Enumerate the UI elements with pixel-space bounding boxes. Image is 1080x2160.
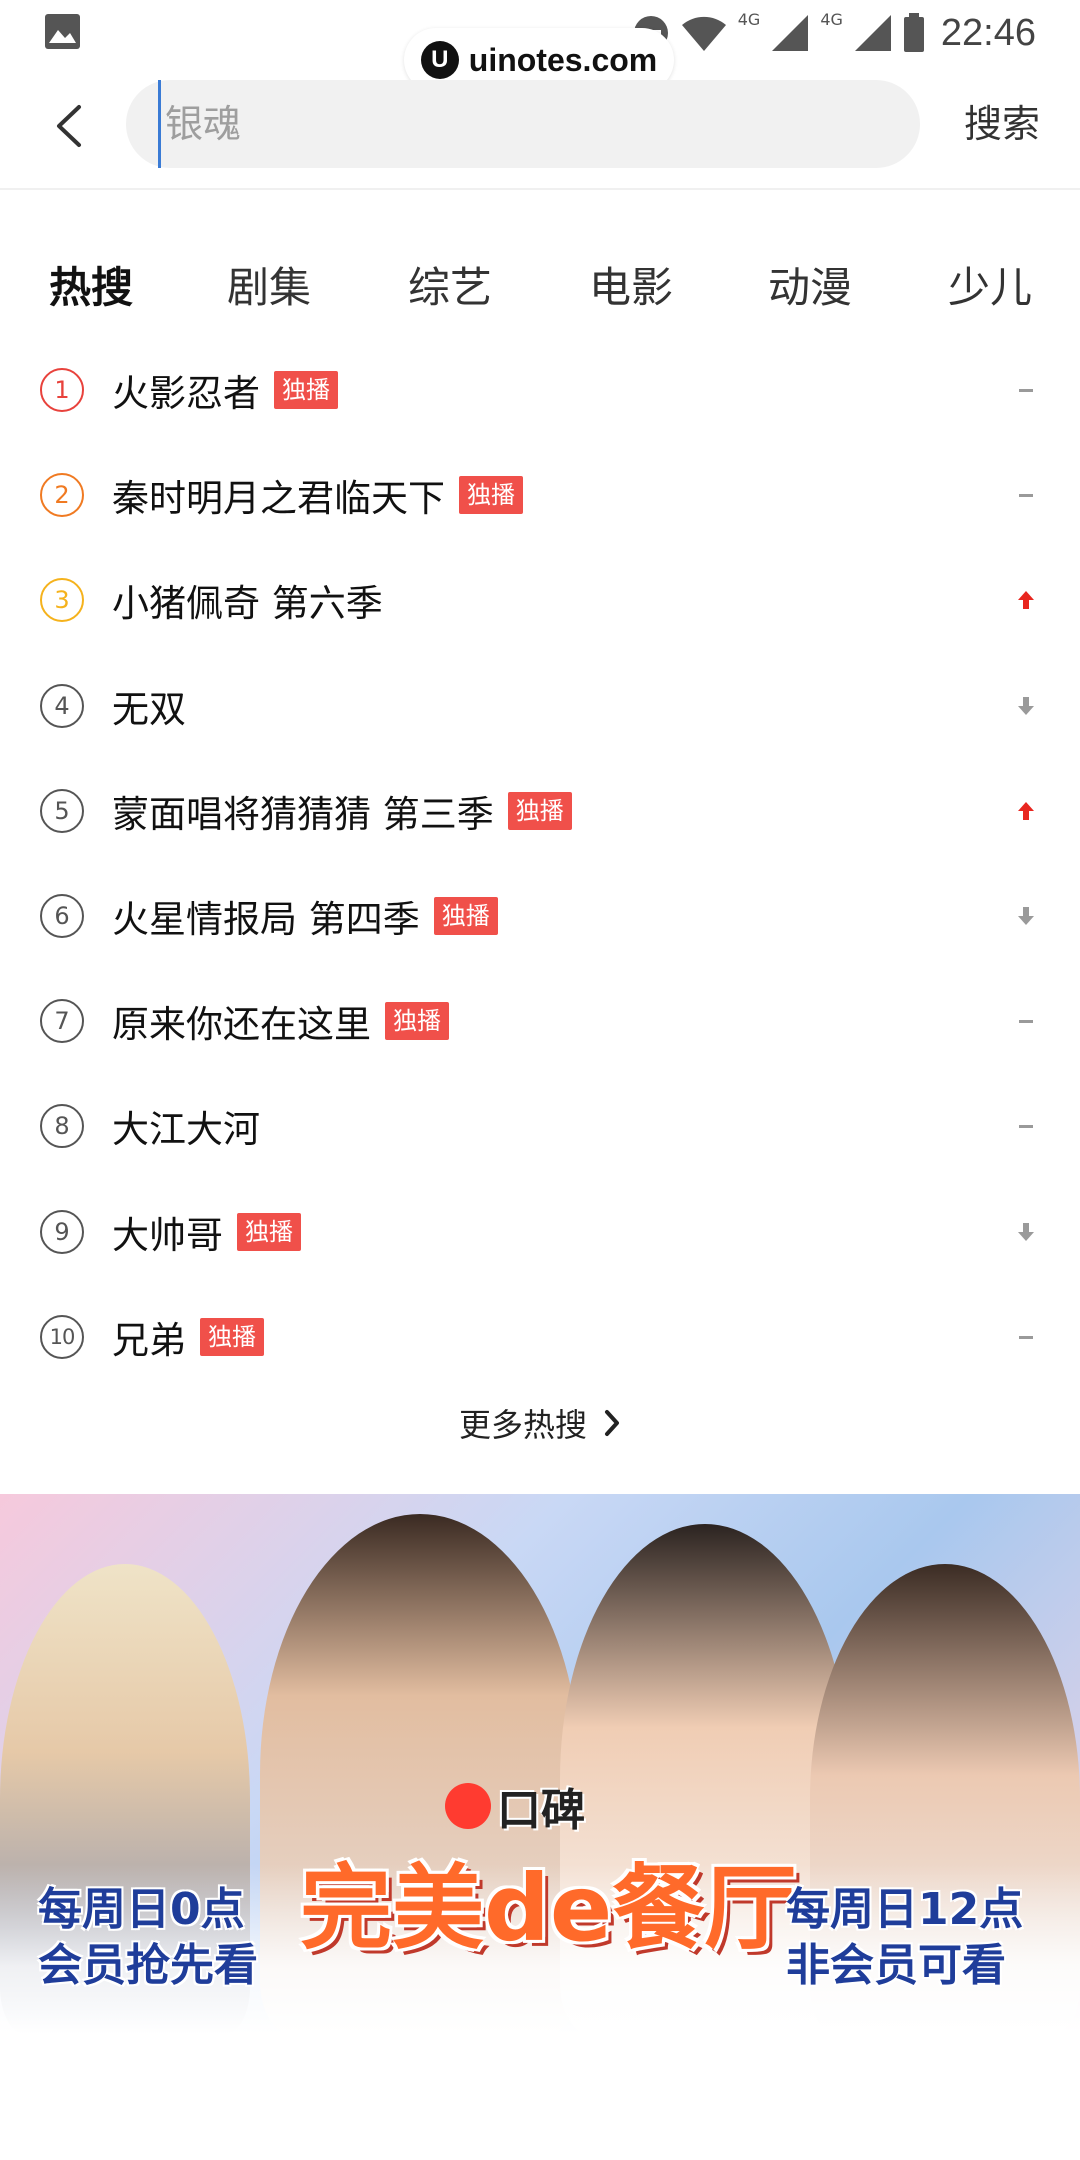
trend-flat-icon xyxy=(1014,483,1038,507)
search-box[interactable] xyxy=(126,80,920,168)
chevron-right-icon xyxy=(605,1410,619,1436)
hot-list-item[interactable]: 7 原来你还在这里 独播 xyxy=(0,969,1080,1074)
brand-logo-icon xyxy=(445,1783,491,1829)
trend-up-icon xyxy=(1014,588,1038,612)
header-divider xyxy=(0,188,1080,190)
hot-item-title: 无双 xyxy=(112,687,186,731)
banner-right-line1: 每周日12点 xyxy=(786,1884,1024,1935)
gallery-notification-icon xyxy=(45,14,80,49)
exclusive-badge: 独播 xyxy=(237,1212,301,1251)
hot-item-title-group: 无双 xyxy=(112,676,186,736)
hot-item-title: 火影忍者 xyxy=(112,372,260,415)
hot-item-title-group: 兄弟 独播 xyxy=(112,1307,264,1367)
rank-number: 3 xyxy=(40,578,84,623)
exclusive-badge: 独播 xyxy=(274,371,338,409)
banner-brand-text: 口碑 xyxy=(497,1785,585,1836)
hot-item-title: 秦时明月之君临天下 xyxy=(112,477,445,521)
rank-number: 10 xyxy=(40,1314,84,1359)
hot-list-item[interactable]: 6 火星情报局 第四季 独播 xyxy=(0,864,1080,969)
trend-flat-icon xyxy=(1014,378,1038,402)
hot-list-item[interactable]: 8 大江大河 xyxy=(0,1074,1080,1179)
trend-down-icon xyxy=(1014,904,1038,928)
hot-item-title-group: 大江大河 xyxy=(112,1096,260,1156)
more-hot-searches-link[interactable]: 更多热搜 xyxy=(0,1395,1080,1451)
trend-up-icon xyxy=(1014,799,1038,823)
search-input[interactable] xyxy=(158,80,878,168)
hot-item-title: 蒙面唱将猜猜猜 第三季 xyxy=(112,792,494,836)
hot-list-item[interactable]: 3 小猪佩奇 第六季 xyxy=(0,548,1080,653)
banner-right-line2: 非会员可看 xyxy=(786,1940,1006,1991)
hot-item-title: 兄弟 xyxy=(112,1318,186,1362)
clock: 22:46 xyxy=(940,11,1036,54)
banner-brand: 口碑 xyxy=(445,1774,585,1838)
exclusive-badge: 独播 xyxy=(459,476,523,515)
rank-number: 1 xyxy=(40,368,84,412)
exclusive-badge: 独播 xyxy=(507,791,572,830)
trend-down-icon xyxy=(1014,1220,1038,1244)
tab-hot[interactable]: 热搜 xyxy=(49,254,133,315)
tab-kids[interactable]: 少儿 xyxy=(948,254,1032,315)
tab-variety[interactable]: 综艺 xyxy=(408,254,492,315)
banner-left-line2: 会员抢先看 xyxy=(38,1940,258,1991)
hot-list-item[interactable]: 5 蒙面唱将猜猜猜 第三季 独播 xyxy=(0,759,1080,864)
trend-down-icon xyxy=(1014,694,1038,718)
rank-number: 6 xyxy=(40,894,84,938)
signal-icon-1 xyxy=(772,15,809,51)
rank-number: 7 xyxy=(40,999,84,1044)
banner-left-line1: 每周日0点 xyxy=(38,1884,245,1935)
tab-series[interactable]: 剧集 xyxy=(227,254,311,315)
hot-item-title-group: 火影忍者 独播 xyxy=(112,360,338,420)
banner-left-caption: 每周日0点 会员抢先看 xyxy=(38,1882,258,1994)
status-bar: 4G 4G 22:46 U uinotes.com xyxy=(0,0,1080,92)
hot-list-item[interactable]: 1 火影忍者 独播 xyxy=(0,338,1080,443)
tab-movie[interactable]: 电影 xyxy=(589,254,673,315)
hot-item-title-group: 蒙面唱将猜猜猜 第三季 独播 xyxy=(112,781,572,841)
hot-item-title-group: 大帅哥 独播 xyxy=(112,1202,301,1262)
network-type-1: 4G xyxy=(737,10,761,29)
hot-item-title: 火星情报局 第四季 xyxy=(112,898,420,941)
search-button[interactable]: 搜索 xyxy=(964,80,1040,168)
promo-banner[interactable]: 口碑 完美de餐厅 每周日0点 会员抢先看 每周日12点 非会员可看 xyxy=(0,1494,1080,2034)
chevron-left-icon xyxy=(57,105,81,147)
watermark-logo-icon: U xyxy=(420,41,459,79)
hot-item-title: 小猪佩奇 第六季 xyxy=(112,582,383,626)
hot-list-item[interactable]: 9 大帅哥 独播 xyxy=(0,1180,1080,1285)
exclusive-badge: 独播 xyxy=(385,1002,449,1041)
more-label: 更多热搜 xyxy=(458,1406,587,1444)
network-type-2: 4G xyxy=(820,10,843,29)
hot-item-title-group: 小猪佩奇 第六季 xyxy=(112,570,383,630)
watermark-text: uinotes.com xyxy=(468,41,658,78)
hot-list-item[interactable]: 4 无双 xyxy=(0,654,1080,759)
exclusive-badge: 独播 xyxy=(433,897,498,935)
hot-list-item[interactable]: 2 秦时明月之君临天下 独播 xyxy=(0,443,1080,548)
hot-item-title-group: 原来你还在这里 独播 xyxy=(112,991,449,1051)
rank-number: 5 xyxy=(40,788,84,833)
banner-right-caption: 每周日12点 非会员可看 xyxy=(786,1882,1023,1994)
rank-number: 2 xyxy=(40,473,84,518)
search-header: 搜索 xyxy=(0,80,1080,172)
tab-anime[interactable]: 动漫 xyxy=(768,254,852,315)
signal-icon-2 xyxy=(854,15,891,51)
trend-flat-icon xyxy=(1014,1009,1038,1033)
banner-title: 完美de餐厅 xyxy=(300,1855,797,1962)
hot-list-item[interactable]: 10 兄弟 独播 xyxy=(0,1285,1080,1390)
hot-item-title: 大帅哥 xyxy=(112,1213,223,1257)
trend-flat-icon xyxy=(1014,1114,1038,1138)
exclusive-badge: 独播 xyxy=(200,1317,264,1356)
hot-item-title-group: 火星情报局 第四季 独播 xyxy=(112,886,498,946)
hot-item-title: 原来你还在这里 xyxy=(112,1003,371,1047)
category-tabs: 热搜 剧集 综艺 电影 动漫 少儿 xyxy=(0,254,1080,324)
battery-icon xyxy=(903,13,924,52)
rank-number: 8 xyxy=(40,1104,84,1149)
trend-flat-icon xyxy=(1014,1325,1038,1349)
rank-number: 4 xyxy=(40,683,84,728)
wifi-icon xyxy=(681,16,726,51)
back-button[interactable] xyxy=(40,98,96,154)
hot-item-title: 大江大河 xyxy=(112,1108,260,1152)
rank-number: 9 xyxy=(40,1209,84,1254)
hot-item-title-group: 秦时明月之君临天下 独播 xyxy=(112,465,523,525)
